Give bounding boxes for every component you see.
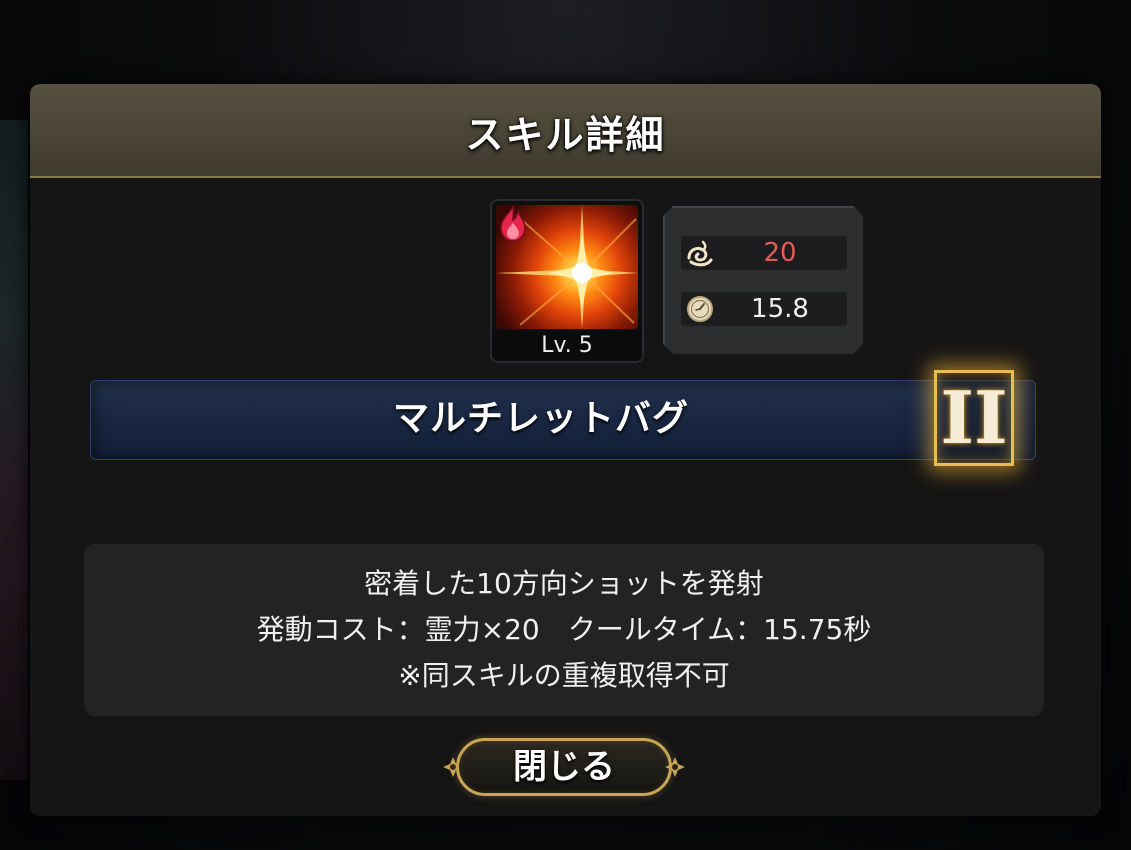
skill-name-bar: マルチレットバグ xyxy=(90,380,1036,460)
cost-row: 20 xyxy=(681,236,847,270)
skill-description: 密着した10方向ショットを発射 発動コスト：霊力×20 クールタイム：15.75… xyxy=(84,544,1044,716)
description-line: ※同スキルの重複取得不可 xyxy=(398,659,730,692)
skill-burst-image xyxy=(496,205,638,329)
skill-name: マルチレットバグ xyxy=(392,398,689,439)
skill-level: Lv. 5 xyxy=(492,331,642,361)
close-button[interactable]: 閉じる xyxy=(442,732,686,802)
description-line: 発動コスト：霊力×20 クールタイム：15.75秒 xyxy=(256,613,872,646)
cooldown-value: 15.8 xyxy=(751,294,809,324)
close-button-label: 閉じる xyxy=(513,747,615,787)
skill-stats-panel: 20 15.8 xyxy=(663,206,863,354)
dialog-title: スキル詳細 xyxy=(465,113,666,157)
clock-icon xyxy=(687,296,713,322)
skill-detail-dialog: スキル詳細 Lv. 5 20 15.8 マルチレットバグ II 密着した10方向… xyxy=(30,84,1101,816)
spirit-swirl-icon xyxy=(687,240,713,267)
description-line: 密着した10方向ショットを発射 xyxy=(364,567,764,600)
dialog-header: スキル詳細 xyxy=(30,84,1101,178)
background-left-edge xyxy=(0,120,28,780)
fire-icon xyxy=(500,205,526,242)
cooldown-row: 15.8 xyxy=(681,292,847,326)
ornament-icon xyxy=(665,757,685,777)
skill-rank-badge: II xyxy=(934,370,1014,466)
skill-rank: II xyxy=(940,375,1008,460)
cost-value: 20 xyxy=(763,238,797,268)
skill-icon: Lv. 5 xyxy=(492,201,642,361)
